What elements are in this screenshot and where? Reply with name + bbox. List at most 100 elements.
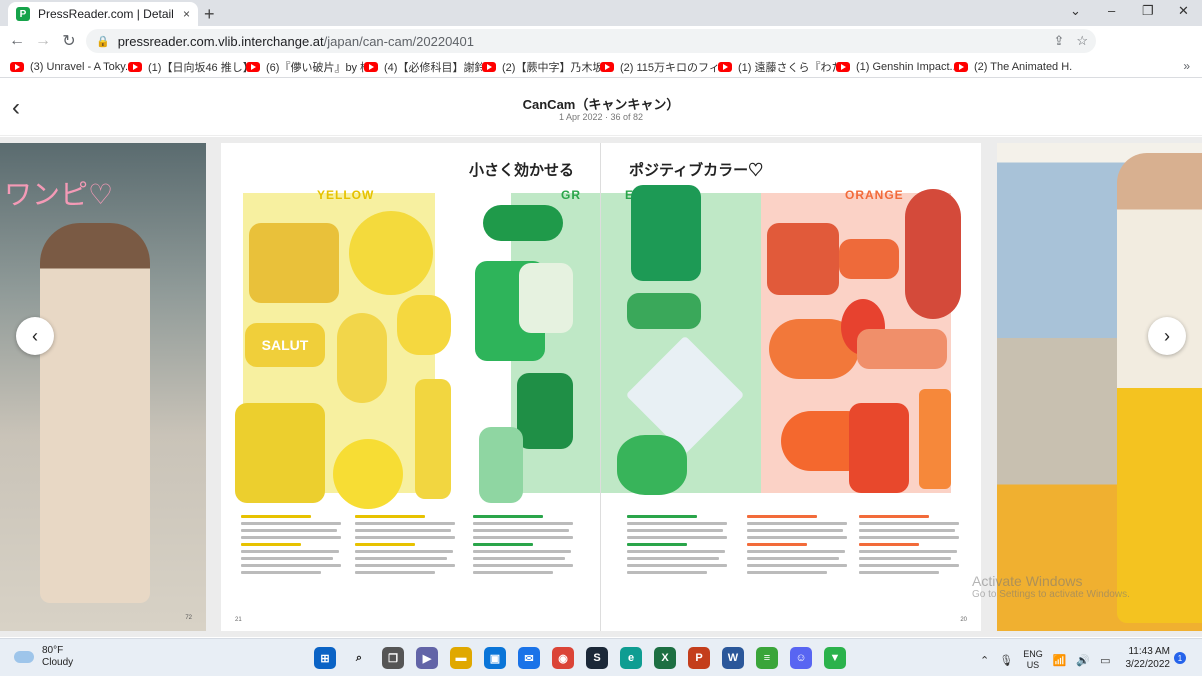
bluestacks-icon[interactable]: ≡ xyxy=(756,647,778,669)
orange-card-case xyxy=(839,239,899,279)
bookmark-item[interactable]: (2) 115万キロのフィル... xyxy=(600,59,718,75)
system-tray: ⌃ 🎙 ENG US 📶 🔊 ▭ xyxy=(980,649,1111,671)
volume-icon[interactable]: 🔊 xyxy=(1076,654,1090,667)
bookmark-item[interactable]: (1)【日向坂46 推し】... xyxy=(128,59,246,75)
tab-close-icon[interactable]: × xyxy=(183,7,190,21)
browser-tab[interactable]: P PressReader.com | Detail View of × xyxy=(8,2,198,26)
weather-widget[interactable]: 80°F Cloudy xyxy=(14,645,73,669)
vpn-icon[interactable]: ▼ xyxy=(824,647,846,669)
reader-header: ‹ CanCam（キャンキャン） 1 Apr 2022 · 36 of 82 xyxy=(0,80,1202,136)
battery-icon[interactable]: ▭ xyxy=(1100,654,1110,667)
bookmark-item[interactable]: (4)【必修科目】謝鈴... xyxy=(364,59,482,75)
share-icon[interactable]: ⇪ xyxy=(1053,33,1064,49)
taskbar: 80°F Cloudy ⊞ ⌕ ❐ ▶ ▬ ▣ ✉ ◉ Se X P W ≡ ☺ ▼ ⌃ 🎙 ENG US … xyxy=(0,638,1202,676)
tab-title: PressReader.com | Detail View of xyxy=(38,7,177,21)
chrome-icon[interactable]: ◉ xyxy=(552,647,574,669)
youtube-icon xyxy=(836,61,850,72)
green-cosmetic-pack xyxy=(519,263,573,333)
file-explorer-icon[interactable]: ▬ xyxy=(450,647,472,669)
next-page-button[interactable]: › xyxy=(1148,317,1186,355)
label-green-left: GR xyxy=(561,188,581,202)
close-window-button[interactable]: ✕ xyxy=(1178,3,1189,19)
bookmark-item[interactable]: (1) Genshin Impact... xyxy=(836,61,954,73)
toolbar: ← → ↻ 🔒 pressreader.com.vlib.interchange… xyxy=(0,26,1202,76)
new-tab-button[interactable]: + xyxy=(204,4,215,25)
teams-icon[interactable]: ▶ xyxy=(416,647,438,669)
spread-gutter xyxy=(600,143,601,631)
yellow-basket-bag xyxy=(249,223,339,303)
url-text: pressreader.com.vlib.interchange.at/japa… xyxy=(117,33,474,49)
youtube-icon xyxy=(246,61,260,72)
bookmark-item[interactable]: (2) The Animated H... xyxy=(954,61,1072,73)
bookmark-item[interactable]: (1) 遠藤さくら『わたし... xyxy=(718,59,836,75)
powerpoint-icon[interactable]: P xyxy=(688,647,710,669)
label-orange: ORANGE xyxy=(845,188,904,202)
previous-page-image[interactable]: ワンピ♡ 72 xyxy=(0,143,206,631)
wifi-icon[interactable]: 📶 xyxy=(1053,654,1067,667)
discord-icon[interactable]: ☺ xyxy=(790,647,812,669)
green-phone-case xyxy=(479,427,523,503)
youtube-icon xyxy=(600,61,614,72)
excel-icon[interactable]: X xyxy=(654,647,676,669)
previous-page-button[interactable]: ‹ xyxy=(16,317,54,355)
edge-icon[interactable]: e xyxy=(620,647,642,669)
yellow-pouch xyxy=(349,211,433,295)
yellow-flower-clip xyxy=(397,295,451,355)
input-language[interactable]: ENG US xyxy=(1023,649,1043,671)
tab-search-icon[interactable]: ⌄ xyxy=(1070,3,1081,19)
youtube-icon xyxy=(954,61,968,72)
steam-icon[interactable]: S xyxy=(586,647,608,669)
restore-button[interactable]: ❐ xyxy=(1142,3,1154,19)
green-flats xyxy=(483,205,563,241)
task-view-icon[interactable]: ❐ xyxy=(382,647,404,669)
taskbar-apps: ⊞ ⌕ ❐ ▶ ▬ ▣ ✉ ◉ Se X P W ≡ ☺ ▼ xyxy=(314,647,846,669)
green-wallet xyxy=(517,373,573,449)
youtube-icon xyxy=(482,61,496,72)
model-photo xyxy=(1117,153,1202,623)
tab-strip: P PressReader.com | Detail View of × + ⌄… xyxy=(0,0,1202,26)
forward-button[interactable]: → xyxy=(30,32,56,50)
bookmark-item[interactable]: (2)【蕨中字】乃木坂... xyxy=(482,59,600,75)
orange-shoulder-bag xyxy=(849,403,909,493)
activate-windows-watermark: Activate Windows Go to Settings to activ… xyxy=(972,573,1130,600)
store-icon[interactable]: ▣ xyxy=(484,647,506,669)
weather-description: Cloudy xyxy=(42,657,74,668)
bookmark-item[interactable]: (3) Unravel - A Toky... xyxy=(10,61,128,73)
minimize-button[interactable]: – xyxy=(1108,3,1115,18)
script-heading-art: ワンピ♡ xyxy=(4,178,114,211)
green-bucket-bag xyxy=(631,185,701,281)
bookmark-item[interactable]: (6)『儚い破片』by 樱... xyxy=(246,59,364,75)
spread-headline-left: 小さく効かせる xyxy=(469,162,575,179)
start-icon[interactable]: ⊞ xyxy=(314,647,336,669)
mail-icon[interactable]: ✉ xyxy=(518,647,540,669)
reload-button[interactable]: ↻ xyxy=(56,31,82,51)
smiley-cushion xyxy=(333,439,403,509)
microphone-icon[interactable]: 🎙 xyxy=(999,654,1013,667)
bookmarks-overflow-button[interactable]: » xyxy=(1183,59,1190,73)
bookmark-star-icon[interactable]: ☆ xyxy=(1076,33,1088,49)
youtube-icon xyxy=(128,61,142,72)
orange-tube xyxy=(919,389,951,489)
yellow-bottle xyxy=(415,379,451,499)
next-page-image[interactable] xyxy=(997,143,1202,631)
orange-scarf xyxy=(905,189,961,319)
nail-polish-set xyxy=(857,329,947,369)
word-icon[interactable]: W xyxy=(722,647,744,669)
caption-column xyxy=(627,515,727,578)
orange-box-bag xyxy=(767,223,839,295)
yellow-salut-pouch: SALUT xyxy=(245,323,325,367)
clock-time: 11:43 AM xyxy=(1128,646,1170,657)
bookmarks-bar: (3) Unravel - A Toky... (1)【日向坂46 推し】...… xyxy=(0,56,1202,78)
clock-date: 3/22/2022 xyxy=(1125,659,1171,670)
back-button[interactable]: ← xyxy=(4,32,30,50)
search-icon[interactable]: ⌕ xyxy=(348,647,370,669)
issue-date-page-count: 1 Apr 2022 · 36 of 82 xyxy=(558,112,644,122)
caption-column xyxy=(747,515,847,578)
magazine-spread[interactable]: 小さく効かせる ポジティブカラー♡ YELLOW GR EEN ORANGE S… xyxy=(221,143,981,631)
show-hidden-icons-chevron-icon[interactable]: ⌃ xyxy=(980,654,989,667)
caption-column xyxy=(241,515,341,578)
address-bar[interactable]: 🔒 pressreader.com.vlib.interchange.at/ja… xyxy=(86,29,1096,53)
notification-badge[interactable]: 1 xyxy=(1174,652,1186,664)
clock[interactable]: 11:43 AM 3/22/2022 xyxy=(1118,645,1171,671)
page-number-left: 21 xyxy=(235,617,242,623)
